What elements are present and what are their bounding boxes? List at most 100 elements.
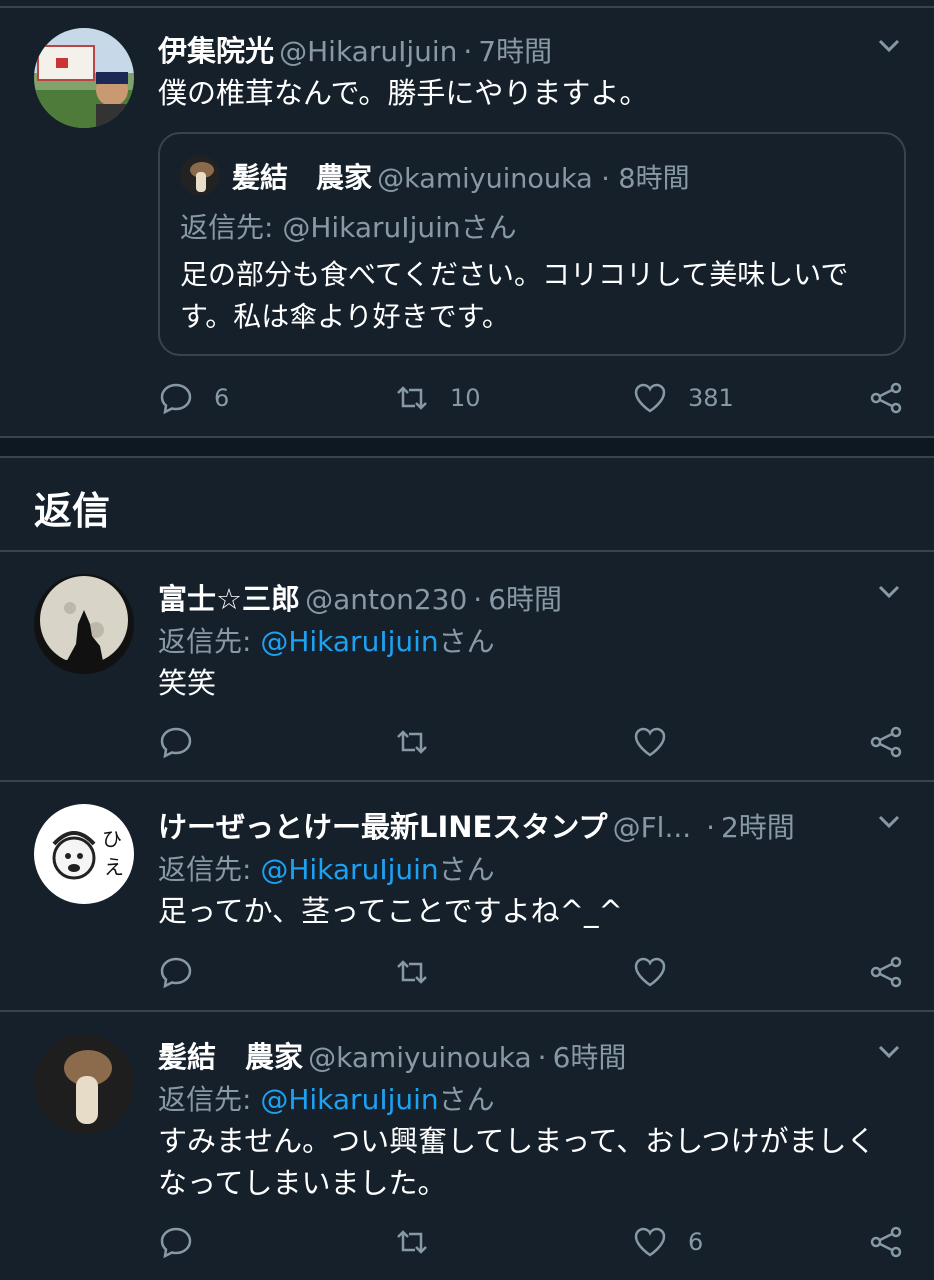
reply-tweet[interactable]: 髪結 農家 @kamiyuinouka · 6時間 返信先: @HikaruIjui… xyxy=(0,1012,934,1280)
heart-icon xyxy=(634,727,666,757)
like-count: 6 xyxy=(688,1228,704,1256)
reply-icon xyxy=(160,957,192,989)
tweet-header: けーぜっとけー最新LINEスタンプ @Fl... · 2時間 xyxy=(158,804,874,844)
reply-tweet[interactable]: ひ え けーぜっとけー最新LINEスタンプ @Fl... · 2時間 返信先: @… xyxy=(0,782,934,1010)
retweet-icon xyxy=(397,1230,427,1254)
quoted-header: 髪結 農家 @kamiyuinouka · 8時間 xyxy=(180,156,690,196)
heart-icon xyxy=(634,957,666,987)
reply-to-mention[interactable]: @HikaruIjuin xyxy=(260,853,438,886)
share-icon xyxy=(870,382,902,414)
retweet-button[interactable]: 10 xyxy=(394,378,481,418)
avatar[interactable]: ひ え xyxy=(34,804,134,904)
tweet-header: 伊集院光 @HikaruIjuin · 7時間 xyxy=(158,28,874,68)
tweet-header: 富士☆三郎 @anton230 · 6時間 xyxy=(158,576,874,616)
chevron-down-icon[interactable] xyxy=(874,576,904,606)
retweet-icon xyxy=(397,386,427,410)
timestamp[interactable]: 7時間 xyxy=(478,35,552,68)
reply-button[interactable] xyxy=(158,722,194,762)
svg-text:え: え xyxy=(104,855,124,879)
reply-to-suffix: さん xyxy=(438,625,495,658)
retweet-button[interactable] xyxy=(394,722,430,762)
tweet-text: すみません。つい興奮してしまって、おしつけがましくなってしまいました。 xyxy=(158,1124,876,1200)
reply-count: 6 xyxy=(214,384,230,412)
reply-button[interactable] xyxy=(158,952,194,992)
handle[interactable]: @anton230 xyxy=(305,583,467,616)
heart-icon xyxy=(634,1227,666,1257)
reply-to-prefix: 返信先: xyxy=(158,853,261,886)
svg-text:ひ: ひ xyxy=(102,827,122,851)
section-divider xyxy=(0,436,934,458)
tweet-actions: 6 xyxy=(158,1222,908,1262)
reply-to: 返信先: @HikaruIjuinさん xyxy=(158,1078,495,1118)
handle[interactable]: @HikaruIjuin xyxy=(279,35,457,68)
display-name[interactable]: 富士☆三郎 xyxy=(158,582,300,616)
avatar[interactable] xyxy=(34,28,134,128)
separator-dot: · xyxy=(537,1041,547,1074)
share-button[interactable] xyxy=(868,1222,904,1262)
handle[interactable]: @Fl... xyxy=(613,811,692,844)
chevron-down-icon[interactable] xyxy=(874,30,904,60)
like-button[interactable]: 381 xyxy=(632,378,734,418)
tweet-actions: 6 10 381 xyxy=(158,378,908,418)
reply-button[interactable] xyxy=(158,1222,194,1262)
chevron-down-icon[interactable] xyxy=(874,806,904,836)
reply-button[interactable]: 6 xyxy=(158,378,229,418)
tweet-text: 足ってか、茎ってことですよね^_^ xyxy=(158,894,623,928)
avatar[interactable] xyxy=(34,574,134,674)
separator-dot: · xyxy=(463,35,473,68)
reply-to-prefix: 返信先: xyxy=(158,625,261,658)
reply-to: 返信先: @HikaruIjuinさん xyxy=(158,620,495,660)
display-name[interactable]: けーぜっとけー最新LINEスタンプ xyxy=(158,810,607,844)
like-button[interactable] xyxy=(632,952,688,992)
retweet-button[interactable] xyxy=(394,1222,430,1262)
share-icon xyxy=(870,1226,902,1258)
main-tweet[interactable]: 伊集院光 @HikaruIjuin · 7時間 僕の椎茸なんで。勝手にやりますよ。 … xyxy=(0,0,934,436)
tweet-header: 髪結 農家 @kamiyuinouka · 6時間 xyxy=(158,1034,874,1074)
separator-dot: · xyxy=(473,583,483,616)
reply-icon xyxy=(160,727,192,759)
share-button[interactable] xyxy=(868,378,904,418)
quoted-text: 足の部分も食べてください。コリコリして美味しいです。私は傘より好きです。 xyxy=(180,258,849,333)
timestamp[interactable]: 6時間 xyxy=(488,583,562,616)
share-icon xyxy=(870,956,902,988)
quoted-tweet[interactable]: 髪結 農家 @kamiyuinouka · 8時間 返信先: @HikaruIj… xyxy=(158,132,906,356)
retweet-icon xyxy=(397,960,427,984)
timestamp[interactable]: 6時間 xyxy=(553,1041,627,1074)
separator-dot: · xyxy=(697,811,715,844)
tweet-text: 僕の椎茸なんで。勝手にやりますよ。 xyxy=(158,76,649,110)
like-button[interactable] xyxy=(632,722,688,762)
reply-tweet[interactable]: 富士☆三郎 @anton230 · 6時間 返信先: @HikaruIjuinさん … xyxy=(0,552,934,780)
share-button[interactable] xyxy=(868,952,904,992)
chevron-down-icon[interactable] xyxy=(874,1036,904,1066)
replies-heading: 返信 xyxy=(34,489,111,533)
avatar[interactable] xyxy=(34,1034,134,1134)
retweet-icon xyxy=(397,730,427,754)
heart-icon xyxy=(634,383,666,413)
reply-to-mention[interactable]: @HikaruIjuin xyxy=(260,625,438,658)
quoted-avatar xyxy=(180,156,220,196)
reply-to-suffix: さん xyxy=(438,1083,495,1116)
tweet-actions xyxy=(158,722,908,762)
quoted-display-name: 髪結 農家 xyxy=(232,161,373,194)
tweet-thread-screen: 伊集院光 @HikaruIjuin · 7時間 僕の椎茸なんで。勝手にやりますよ。 … xyxy=(0,0,934,1280)
tweet-text: 笑笑 xyxy=(158,666,217,700)
like-button[interactable]: 6 xyxy=(632,1222,703,1262)
display-name[interactable]: 伊集院光 xyxy=(158,34,274,68)
timestamp[interactable]: 2時間 xyxy=(721,811,795,844)
reply-to-suffix: さん xyxy=(438,853,495,886)
handle[interactable]: @kamiyuinouka xyxy=(308,1041,532,1074)
reply-to-prefix: 返信先: xyxy=(158,1083,261,1116)
reply-icon xyxy=(160,1227,192,1259)
like-count: 381 xyxy=(688,384,734,412)
quoted-reply-to: 返信先: @HikaruIjuinさん xyxy=(180,211,517,244)
share-icon xyxy=(870,726,902,758)
display-name[interactable]: 髪結 農家 xyxy=(158,1040,303,1074)
tweet-actions xyxy=(158,952,908,992)
reply-icon xyxy=(160,383,192,415)
reply-to-mention[interactable]: @HikaruIjuin xyxy=(260,1083,438,1116)
quoted-handle: @kamiyuinouka · 8時間 xyxy=(377,163,690,195)
share-button[interactable] xyxy=(868,722,904,762)
retweet-button[interactable] xyxy=(394,952,430,992)
retweet-count: 10 xyxy=(450,384,481,412)
reply-to: 返信先: @HikaruIjuinさん xyxy=(158,848,495,888)
